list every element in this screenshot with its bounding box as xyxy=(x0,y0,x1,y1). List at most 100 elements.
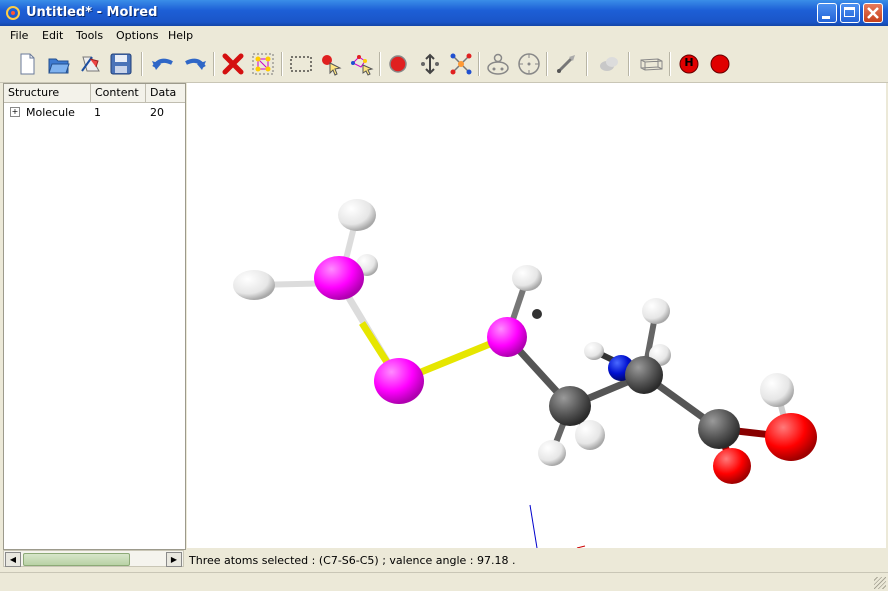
color-atoms-button[interactable] xyxy=(707,51,733,77)
open-recent-button[interactable] xyxy=(78,51,104,77)
toggle-cell-button[interactable] xyxy=(638,51,664,77)
atom-carbon[interactable] xyxy=(625,356,663,394)
undo-button[interactable] xyxy=(150,51,176,77)
pick-atom-icon xyxy=(322,55,342,76)
add-bond-button[interactable] xyxy=(448,51,474,77)
redo-button[interactable] xyxy=(182,51,208,77)
atom-sulfur[interactable] xyxy=(314,256,364,300)
minimize-icon xyxy=(822,16,830,19)
toolbar-separator xyxy=(546,52,548,76)
atom-hydrogen[interactable] xyxy=(338,199,376,231)
window-title: Untitled* - Molred xyxy=(26,5,158,20)
column-divider[interactable] xyxy=(90,84,91,102)
column-content[interactable]: Content xyxy=(95,86,139,99)
pick-atom-button[interactable] xyxy=(318,51,344,77)
pick-fragment-button[interactable] xyxy=(349,51,375,77)
atom-hydrogen[interactable] xyxy=(233,270,275,300)
move-atom-icon xyxy=(421,53,439,75)
atom-hydrogen[interactable] xyxy=(575,420,605,450)
undo-icon xyxy=(152,58,173,70)
axis-z-line xyxy=(529,504,538,549)
column-divider[interactable] xyxy=(145,84,146,102)
close-icon xyxy=(867,7,879,19)
row-data: 20 xyxy=(150,106,164,119)
tree-horizontal-scrollbar[interactable]: ◀ ▶ xyxy=(3,550,184,567)
close-button[interactable] xyxy=(863,3,883,23)
title-bar: Untitled* - Molred xyxy=(0,0,888,26)
new-file-button[interactable] xyxy=(14,51,40,77)
red-atom-icon xyxy=(710,54,730,74)
save-button[interactable] xyxy=(108,51,134,77)
expand-plus-icon[interactable]: + xyxy=(10,107,20,117)
delete-button[interactable] xyxy=(220,51,246,77)
select-all-atoms-button[interactable] xyxy=(250,51,276,77)
toolbar-separator xyxy=(586,52,588,76)
scroll-right-button[interactable]: ▶ xyxy=(166,552,182,567)
column-structure[interactable]: Structure xyxy=(8,86,59,99)
box-select-icon xyxy=(290,56,312,72)
status-text: Three atoms selected : (C7-S6-C5) ; vale… xyxy=(189,554,516,567)
dropper-icon xyxy=(557,55,575,73)
toolbar-separator xyxy=(478,52,480,76)
move-atom-button[interactable] xyxy=(417,51,443,77)
atom-hydrogen[interactable] xyxy=(760,373,794,407)
toolbar-separator xyxy=(281,52,283,76)
atom-hydrogen[interactable] xyxy=(584,342,604,360)
maximize-button[interactable] xyxy=(840,3,860,23)
structure-tree[interactable]: Structure Content Data + Molecule 1 20 xyxy=(3,83,186,550)
resize-grip-icon[interactable] xyxy=(874,577,886,589)
toolbar-separator xyxy=(669,52,671,76)
atom-carbon[interactable] xyxy=(549,386,591,426)
window-bottom-bar xyxy=(0,572,888,591)
row-structure: Molecule xyxy=(26,106,75,119)
atom-oxygen[interactable] xyxy=(713,448,751,484)
atom-lone-pair[interactable] xyxy=(532,309,542,319)
add-atom-button[interactable] xyxy=(385,51,411,77)
atom-sulfur[interactable] xyxy=(487,317,527,357)
add-bond-icon xyxy=(450,53,472,75)
menu-options[interactable]: Options xyxy=(116,29,158,42)
menu-file[interactable]: File xyxy=(10,29,28,42)
add-atom-icon xyxy=(389,55,407,73)
column-data[interactable]: Data xyxy=(150,86,176,99)
atom-oxygen[interactable] xyxy=(765,413,817,461)
molred-app-icon[interactable] xyxy=(5,5,21,21)
save-icon xyxy=(110,53,132,75)
tree-row[interactable]: + Molecule 1 20 xyxy=(4,104,185,120)
box-select-button[interactable] xyxy=(288,51,314,77)
molecule-select-icon xyxy=(252,53,274,75)
open-folder-button[interactable] xyxy=(46,51,72,77)
scroll-left-button[interactable]: ◀ xyxy=(5,552,21,567)
add-hydrogens-button[interactable]: H xyxy=(676,51,702,77)
molecule-viewport[interactable] xyxy=(187,83,886,549)
render-style-button[interactable] xyxy=(596,51,622,77)
unit-cell-icon xyxy=(640,58,663,71)
menu-edit[interactable]: Edit xyxy=(42,29,63,42)
axis-x-line xyxy=(576,545,586,549)
atom-sulfur[interactable] xyxy=(374,358,424,404)
menu-help[interactable]: Help xyxy=(168,29,193,42)
redo-icon xyxy=(185,58,206,70)
toolbar: H xyxy=(0,46,888,83)
atom-hydrogen[interactable] xyxy=(538,440,566,466)
atom-carbon[interactable] xyxy=(698,409,740,449)
toolbar-separator xyxy=(213,52,215,76)
pick-fragment-icon xyxy=(351,55,374,76)
measure-tool-button[interactable] xyxy=(553,51,579,77)
delete-x-icon xyxy=(222,53,244,75)
atom-hydrogen[interactable] xyxy=(512,265,542,291)
toolbar-separator xyxy=(141,52,143,76)
molecule-3d-view[interactable] xyxy=(187,83,886,549)
menu-tools[interactable]: Tools xyxy=(76,29,103,42)
minimize-button[interactable] xyxy=(817,3,837,23)
new-file-icon xyxy=(20,53,35,75)
rotate-view-button[interactable] xyxy=(516,51,542,77)
toolbar-separator xyxy=(628,52,630,76)
rotate-fragment-button[interactable] xyxy=(485,51,511,77)
render-style-icon xyxy=(600,57,618,71)
rotate-view-icon xyxy=(518,53,540,75)
status-bar: Three atoms selected : (C7-S6-C5) ; vale… xyxy=(187,550,886,572)
atom-hydrogen[interactable] xyxy=(642,298,670,324)
scroll-thumb[interactable] xyxy=(23,553,130,566)
atoms[interactable] xyxy=(233,199,817,484)
